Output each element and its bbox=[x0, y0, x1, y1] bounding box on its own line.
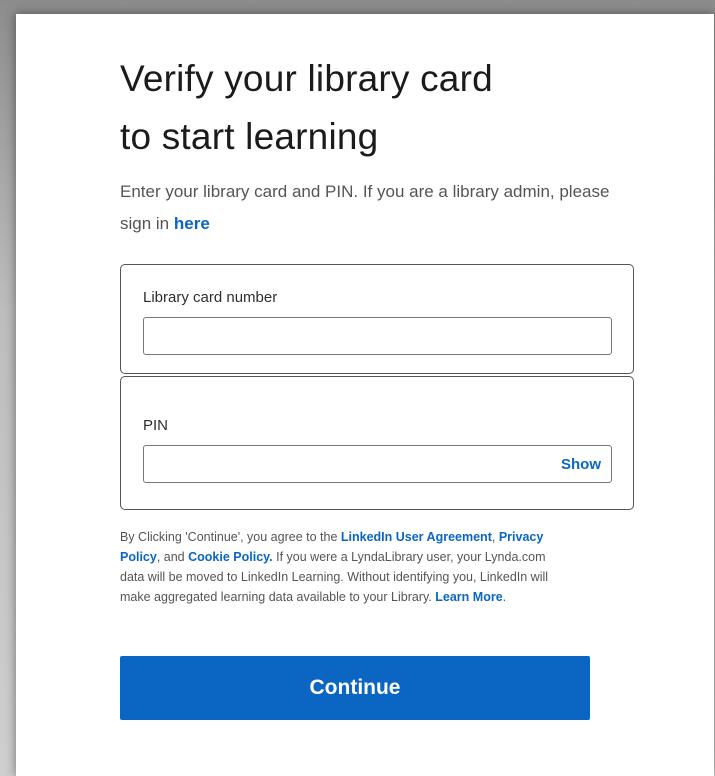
pin-input[interactable] bbox=[143, 445, 612, 483]
show-pin-button[interactable]: Show bbox=[561, 456, 601, 473]
verification-panel: Verify your library card to start learni… bbox=[16, 14, 714, 776]
legal-text-5: . bbox=[502, 590, 507, 604]
user-agreement-link[interactable]: LinkedIn User Agreement bbox=[341, 530, 492, 544]
learn-more-link[interactable]: Learn More bbox=[435, 590, 502, 604]
window-background: Verify your library card to start learni… bbox=[0, 0, 715, 776]
page-title: Verify your library card to start learni… bbox=[120, 50, 610, 166]
legal-text-1: By Clicking 'Continue', you agree to the bbox=[120, 530, 338, 544]
pin-field-box: PIN Show bbox=[120, 376, 634, 510]
title-line-1: Verify your library card bbox=[120, 58, 493, 99]
continue-button[interactable]: Continue bbox=[120, 656, 590, 720]
admin-sign-in-link[interactable]: here bbox=[174, 214, 210, 233]
library-card-label: Library card number bbox=[143, 289, 278, 306]
library-card-input[interactable] bbox=[143, 317, 612, 355]
cookie-policy-link[interactable]: Cookie Policy. bbox=[188, 550, 273, 564]
legal-text-3: , and bbox=[156, 550, 185, 564]
library-card-field-box: Library card number bbox=[120, 264, 634, 374]
legal-text-2: , bbox=[491, 530, 496, 544]
title-line-2: to start learning bbox=[120, 116, 379, 157]
pin-label: PIN bbox=[143, 417, 169, 434]
legal-notice: By Clicking 'Continue', you agree to the… bbox=[120, 527, 550, 607]
header: Verify your library card to start learni… bbox=[120, 50, 610, 240]
page-subtitle: Enter your library card and PIN. If you … bbox=[120, 176, 610, 240]
